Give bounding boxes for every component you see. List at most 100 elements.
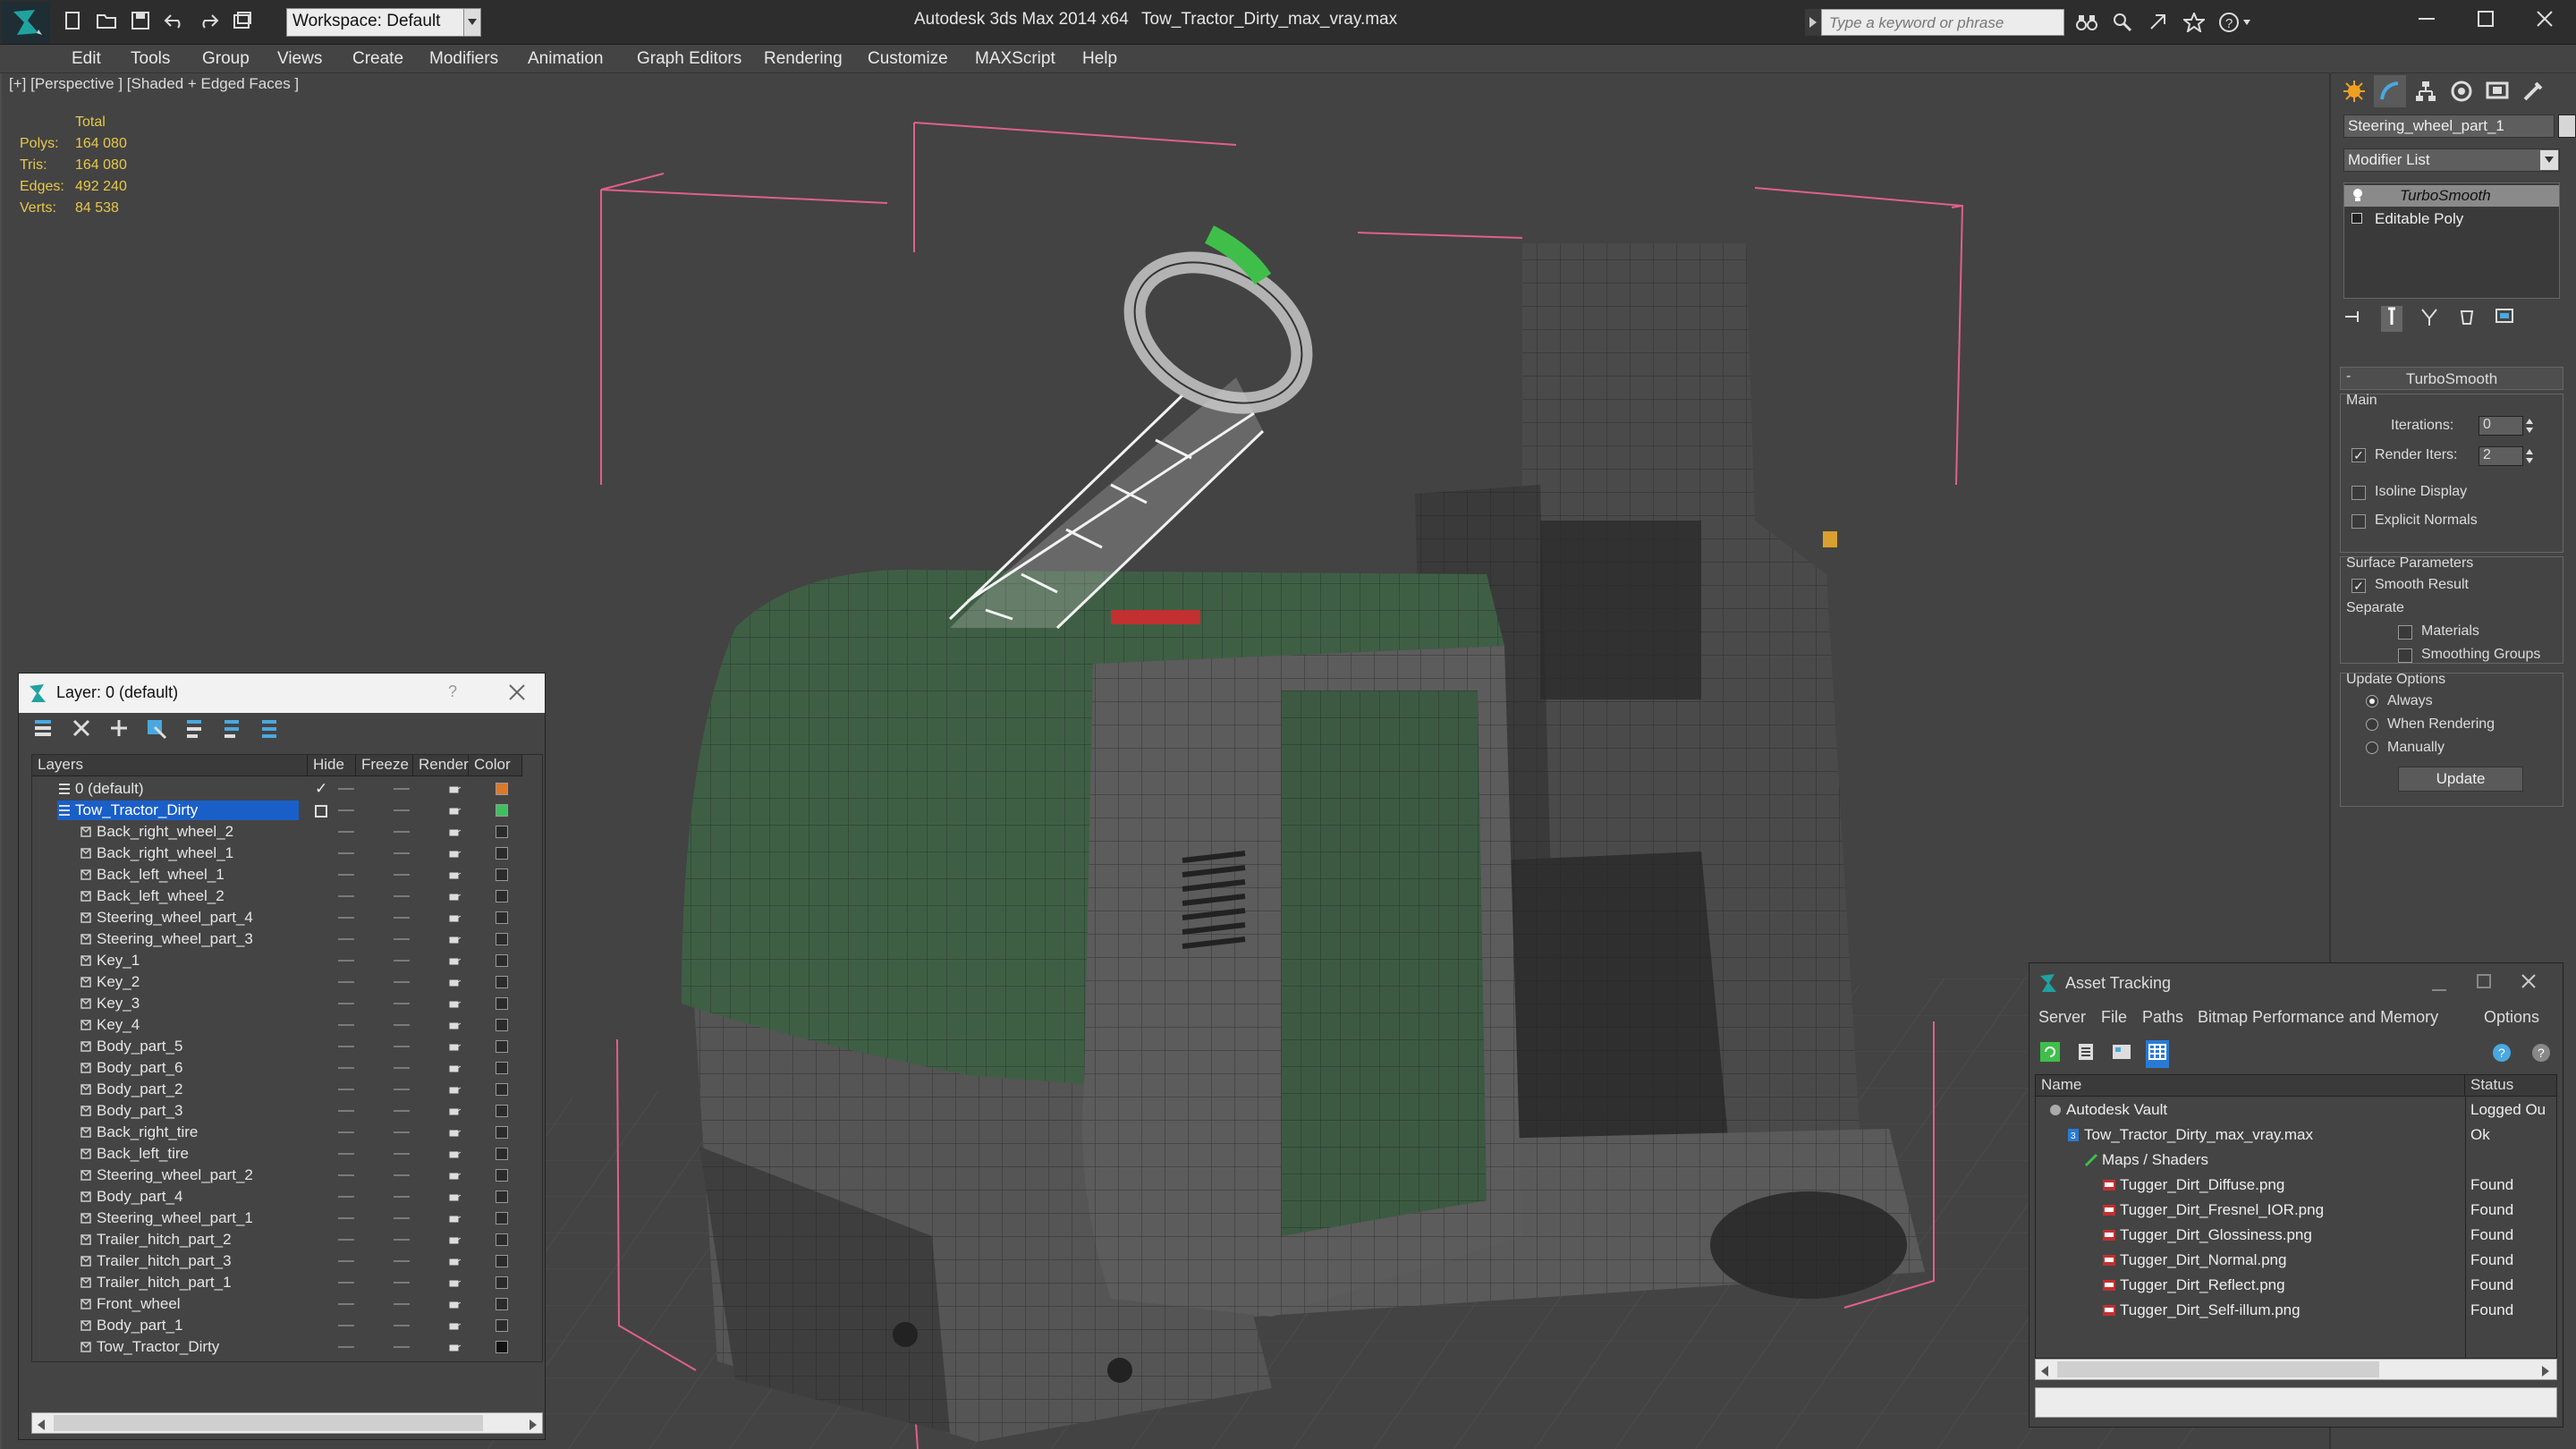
layer-row[interactable]: Steering_wheel_part_1 <box>32 1208 542 1229</box>
hide-toggle[interactable] <box>338 831 354 833</box>
hide-toggle[interactable] <box>338 1067 354 1069</box>
hide-toggle[interactable] <box>338 1174 354 1176</box>
render-teapot-icon[interactable] <box>447 976 462 993</box>
render-teapot-icon[interactable] <box>447 1040 462 1057</box>
menu-bitmap-performance[interactable]: Bitmap Performance and Memory <box>2198 1008 2438 1027</box>
layer-color-swatch[interactable] <box>496 1276 508 1289</box>
column-header-hide[interactable]: Hide <box>308 755 356 776</box>
render-teapot-icon[interactable] <box>447 1105 462 1122</box>
explicit-normals-checkbox[interactable] <box>2351 514 2366 529</box>
hide-toggle[interactable] <box>338 1346 354 1348</box>
maximize-icon[interactable] <box>2477 974 2491 993</box>
asset-path-field[interactable] <box>2035 1387 2557 1418</box>
freeze-toggle[interactable] <box>394 1346 410 1348</box>
search-input[interactable]: Type a keyword or phrase <box>1821 9 2064 36</box>
iterations-spinner-icon[interactable] <box>2525 416 2534 436</box>
layer-explorer-titlebar[interactable]: Layer: 0 (default) ? <box>19 674 545 713</box>
menu-animation[interactable]: Animation <box>528 49 604 69</box>
menu-tools[interactable]: Tools <box>131 49 170 69</box>
object-color-swatch[interactable] <box>2558 114 2576 138</box>
freeze-toggle[interactable] <box>394 874 410 876</box>
hide-toggle[interactable] <box>338 1239 354 1241</box>
render-teapot-icon[interactable] <box>447 1169 462 1186</box>
render-teapot-icon[interactable] <box>447 933 462 950</box>
asset-row[interactable]: Tugger_Dirt_Glossiness.png Found <box>2036 1224 2556 1247</box>
turbosmooth-rollout-header[interactable]: - TurboSmooth <box>2340 367 2563 390</box>
layer-row[interactable]: Back_left_wheel_1 <box>32 864 542 886</box>
layer-row[interactable]: Back_right_wheel_1 <box>32 843 542 864</box>
freeze-toggle[interactable] <box>394 1110 410 1112</box>
display-tab-icon[interactable] <box>2481 75 2513 107</box>
pin-stack-icon[interactable] <box>2343 306 2365 332</box>
layer-row[interactable]: Key_2 <box>32 971 542 993</box>
freeze-toggle[interactable] <box>394 831 410 833</box>
hide-toggle[interactable] <box>338 895 354 897</box>
freeze-toggle[interactable] <box>394 852 410 854</box>
layer-row[interactable]: Back_left_wheel_2 <box>32 886 542 907</box>
layer-row[interactable]: Body_part_6 <box>32 1057 542 1079</box>
hide-toggle[interactable] <box>338 1282 354 1284</box>
add-selection-icon[interactable] <box>144 716 169 744</box>
render-iters-checkbox[interactable]: ✓ <box>2351 448 2366 462</box>
render-teapot-icon[interactable] <box>447 1191 462 1208</box>
select-objects-icon[interactable] <box>182 716 207 744</box>
render-teapot-icon[interactable] <box>447 826 462 843</box>
minimize-icon[interactable] <box>2397 0 2456 38</box>
create-layer-icon[interactable] <box>106 716 131 744</box>
smooth-result-checkbox[interactable]: ✓ <box>2351 579 2366 593</box>
new-file-icon[interactable] <box>59 7 86 34</box>
freeze-toggle[interactable] <box>394 1024 410 1026</box>
freeze-toggle[interactable] <box>394 788 410 790</box>
menu-file[interactable]: File <box>2101 1008 2127 1027</box>
layer-color-swatch[interactable] <box>496 954 508 967</box>
hide-toggle[interactable] <box>338 960 354 962</box>
hide-toggle[interactable] <box>338 1325 354 1326</box>
hide-toggle[interactable] <box>338 1303 354 1305</box>
close-icon[interactable] <box>2521 974 2536 993</box>
show-end-result-icon[interactable] <box>2381 306 2402 332</box>
freeze-toggle[interactable] <box>394 960 410 962</box>
highlight-layer-icon[interactable] <box>219 716 244 744</box>
layer-color-swatch[interactable] <box>496 1255 508 1267</box>
manually-radio[interactable] <box>2366 741 2378 754</box>
render-teapot-icon[interactable] <box>447 1276 462 1293</box>
layer-color-swatch[interactable] <box>496 1191 508 1203</box>
chevron-down-icon[interactable] <box>463 8 481 37</box>
freeze-toggle[interactable] <box>394 1260 410 1262</box>
layer-row[interactable]: Steering_wheel_part_4 <box>32 907 542 928</box>
menu-maxscript[interactable]: MAXScript <box>975 49 1055 69</box>
layer-color-swatch[interactable] <box>496 1298 508 1310</box>
iterations-input[interactable]: 0 <box>2479 416 2523 436</box>
open-folder-icon[interactable] <box>93 7 120 34</box>
stack-item-editable-poly[interactable]: Editable Poly <box>2344 208 2559 230</box>
layer-color-swatch[interactable] <box>496 1019 508 1031</box>
layer-row[interactable]: Key_3 <box>32 993 542 1014</box>
menu-paths[interactable]: Paths <box>2142 1008 2183 1027</box>
hide-toggle[interactable] <box>338 1110 354 1112</box>
menu-help[interactable]: Help <box>1082 49 1117 69</box>
freeze-toggle[interactable] <box>394 1003 410 1004</box>
layer-color-swatch[interactable] <box>496 1105 508 1117</box>
layer-row[interactable]: Key_4 <box>32 1014 542 1036</box>
freeze-toggle[interactable] <box>394 1089 410 1090</box>
asset-row[interactable]: Tugger_Dirt_Reflect.png Found <box>2036 1274 2556 1297</box>
render-teapot-icon[interactable] <box>447 954 462 971</box>
utilities-tab-icon[interactable] <box>2517 75 2549 107</box>
render-teapot-icon[interactable] <box>447 1341 462 1358</box>
layer-color-swatch[interactable] <box>496 1126 508 1139</box>
search-expand-icon[interactable] <box>1805 9 1821 36</box>
list-view-icon[interactable] <box>2074 1040 2097 1068</box>
menu-rendering[interactable]: Rendering <box>764 49 843 69</box>
save-icon[interactable] <box>127 7 154 34</box>
layer-row[interactable]: Body_part_1 <box>32 1315 542 1336</box>
render-teapot-icon[interactable] <box>447 1298 462 1315</box>
layer-row[interactable]: Body_part_4 <box>32 1186 542 1208</box>
hide-toggle[interactable] <box>338 1089 354 1090</box>
scroll-left-icon[interactable] <box>2041 1365 2048 1381</box>
render-iters-spinner-icon[interactable] <box>2525 446 2534 466</box>
render-teapot-icon[interactable] <box>447 1212 462 1229</box>
freeze-toggle[interactable] <box>394 895 410 897</box>
layer-color-swatch[interactable] <box>496 826 508 838</box>
layer-color-swatch[interactable] <box>496 1169 508 1182</box>
materials-checkbox[interactable] <box>2398 625 2412 640</box>
